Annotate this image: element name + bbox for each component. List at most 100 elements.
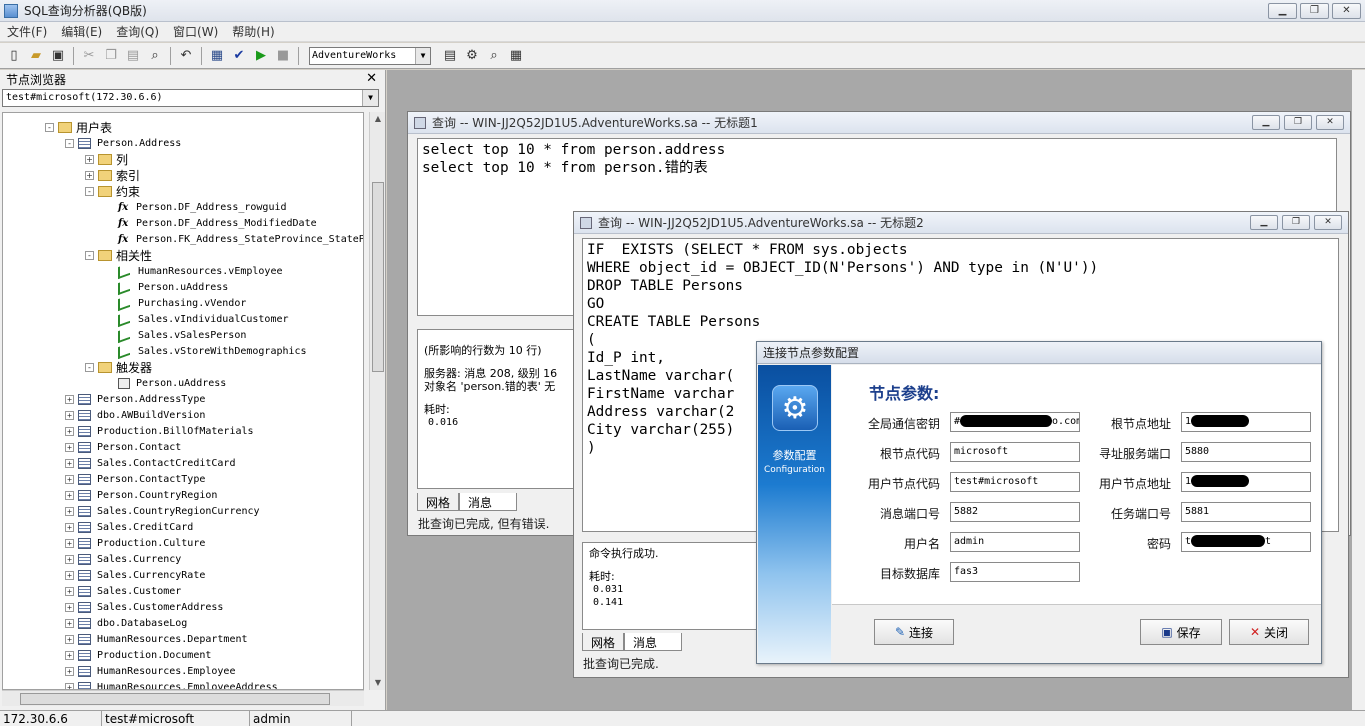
expand-icon[interactable]: + (65, 538, 74, 548)
node-config-icon[interactable]: ⚙ (461, 45, 483, 67)
tree-node[interactable]: + Sales.CreditCard (65, 519, 193, 535)
close-icon[interactable]: ✕ (366, 71, 377, 86)
tree-node[interactable]: - 相关性 (85, 247, 152, 263)
tree-node[interactable]: + 列 (85, 151, 128, 167)
expand-icon[interactable]: + (65, 634, 74, 644)
expand-icon[interactable]: + (65, 410, 74, 420)
menu-window[interactable]: 窗口(W) (166, 23, 225, 40)
close-button[interactable]: ✕ (1314, 215, 1342, 230)
expand-icon[interactable]: + (65, 618, 74, 628)
tree-node[interactable]: + HumanResources.Employee (65, 663, 235, 679)
tree-node[interactable]: + Production.BillOfMaterials (65, 423, 254, 439)
tree-node[interactable]: + HumanResources.Department (65, 631, 248, 647)
scroll-down-icon[interactable]: ▼ (370, 676, 386, 690)
tree-node[interactable]: + Sales.CountryRegionCurrency (65, 503, 260, 519)
comm-key-field[interactable]: # o.com (950, 412, 1080, 432)
expand-icon[interactable]: + (65, 458, 74, 468)
stop-icon[interactable]: ■ (272, 45, 294, 67)
tree-horizontal-scrollbar[interactable] (2, 690, 364, 706)
save-button[interactable]: ▣ 保存 (1140, 619, 1222, 645)
collapse-icon[interactable]: - (85, 250, 94, 260)
execute-icon[interactable]: ▶ (250, 45, 272, 67)
tree-node[interactable]: + Sales.Currency (65, 551, 181, 567)
expand-icon[interactable]: + (65, 506, 74, 516)
expand-icon[interactable]: + (65, 442, 74, 452)
expand-icon[interactable]: + (65, 682, 74, 689)
find-icon[interactable]: ⌕ (144, 45, 166, 67)
restore-button[interactable]: ❐ (1300, 3, 1329, 19)
restore-button[interactable]: ❐ (1282, 215, 1310, 230)
close-button[interactable]: ✕ (1332, 3, 1361, 19)
root-code-field[interactable]: microsoft (950, 442, 1080, 462)
tree-node[interactable]: Sales.vSalesPerson (105, 326, 246, 344)
menu-help[interactable]: 帮助(H) (225, 23, 281, 40)
collapse-icon[interactable]: - (85, 362, 94, 372)
expand-icon[interactable]: + (65, 426, 74, 436)
object-browser-icon[interactable]: ▤ (439, 45, 461, 67)
tree-node[interactable]: - Person.Address (65, 135, 181, 151)
user-code-field[interactable]: test#microsoft (950, 472, 1080, 492)
menu-file[interactable]: 文件(F) (0, 23, 54, 40)
expand-icon[interactable]: + (65, 394, 74, 404)
tree-node[interactable]: + Sales.Customer (65, 583, 181, 599)
tree-node[interactable]: Person.uAddress (105, 278, 228, 296)
tree-node[interactable]: + HumanResources.EmployeeAddress (65, 679, 278, 689)
collapse-icon[interactable]: - (45, 122, 54, 132)
copy-icon[interactable]: ❐ (100, 45, 122, 67)
menu-query[interactable]: 查询(Q) (109, 23, 166, 40)
object-tree[interactable]: - 用户表 - Person.Address + 列 + 索引 - 约束 fx Person.DF_A… (2, 112, 364, 690)
search-object-icon[interactable]: ⌕ (483, 45, 505, 67)
tree-node[interactable]: + Sales.CurrencyRate (65, 567, 205, 583)
expand-icon[interactable]: + (65, 602, 74, 612)
expand-icon[interactable]: + (65, 490, 74, 500)
tree-node[interactable]: + dbo.AWBuildVersion (65, 407, 205, 423)
expand-icon[interactable]: + (85, 154, 94, 164)
user-addr-field[interactable]: 1 (1181, 472, 1311, 492)
cut-icon[interactable]: ✂ (78, 45, 100, 67)
expand-icon[interactable]: + (65, 522, 74, 532)
tab-messages[interactable]: 消息 (459, 493, 518, 511)
tree-node[interactable]: Person.uAddress (105, 375, 226, 391)
restore-button[interactable]: ❐ (1284, 115, 1312, 130)
target-db-field[interactable]: fas3 (950, 562, 1080, 582)
msg-port-field[interactable]: 5882 (950, 502, 1080, 522)
tree-node[interactable]: + 索引 (85, 167, 140, 183)
database-select[interactable]: AdventureWorks ▼ (309, 46, 431, 65)
tab-grid[interactable]: 网格 (582, 633, 625, 651)
root-addr-field[interactable]: 1 (1181, 412, 1311, 432)
tree-node[interactable]: + Production.Culture (65, 535, 205, 551)
tree-node[interactable]: - 用户表 (45, 119, 112, 135)
check-icon[interactable]: ✔ (228, 45, 250, 67)
open-folder-icon[interactable]: ▰ (25, 45, 47, 67)
menu-edit[interactable]: 编辑(E) (54, 23, 109, 40)
collapse-icon[interactable]: - (65, 138, 74, 148)
workspace-scrollbar[interactable] (1352, 70, 1365, 710)
chevron-down-icon[interactable]: ▼ (362, 90, 378, 106)
tree-node[interactable]: Sales.vIndividualCustomer (105, 310, 289, 328)
scroll-thumb[interactable] (372, 182, 384, 372)
expand-icon[interactable]: + (65, 586, 74, 596)
username-field[interactable]: admin (950, 532, 1080, 552)
tree-node[interactable]: - 触发器 (85, 359, 152, 375)
tree-node[interactable]: Sales.vStoreWithDemographics (105, 342, 307, 360)
tree-node[interactable]: + Person.AddressType (65, 391, 205, 407)
grid-icon[interactable]: ▦ (206, 45, 228, 67)
minimize-button[interactable]: ▁ (1268, 3, 1297, 19)
close-button[interactable]: ✕ (1316, 115, 1344, 130)
new-icon[interactable]: ▯ (3, 45, 25, 67)
tree-node[interactable]: + Sales.ContactCreditCard (65, 455, 235, 471)
save-icon[interactable]: ▣ (47, 45, 69, 67)
paste-icon[interactable]: ▤ (122, 45, 144, 67)
tree-node[interactable]: + Person.CountryRegion (65, 487, 217, 503)
results-grid-icon[interactable]: ▦ (505, 45, 527, 67)
tree-node[interactable]: fx Person.DF_Address_rowguid (105, 199, 287, 215)
tab-grid[interactable]: 网格 (417, 493, 460, 511)
expand-icon[interactable]: + (65, 474, 74, 484)
chevron-down-icon[interactable]: ▼ (415, 47, 430, 64)
tab-messages[interactable]: 消息 (624, 633, 683, 651)
minimize-button[interactable]: ▁ (1250, 215, 1278, 230)
tree-node[interactable]: HumanResources.vEmployee (105, 262, 283, 280)
expand-icon[interactable]: + (85, 170, 94, 180)
tree-vertical-scrollbar[interactable]: ▲ ▼ (369, 112, 385, 690)
expand-icon[interactable]: + (65, 666, 74, 676)
